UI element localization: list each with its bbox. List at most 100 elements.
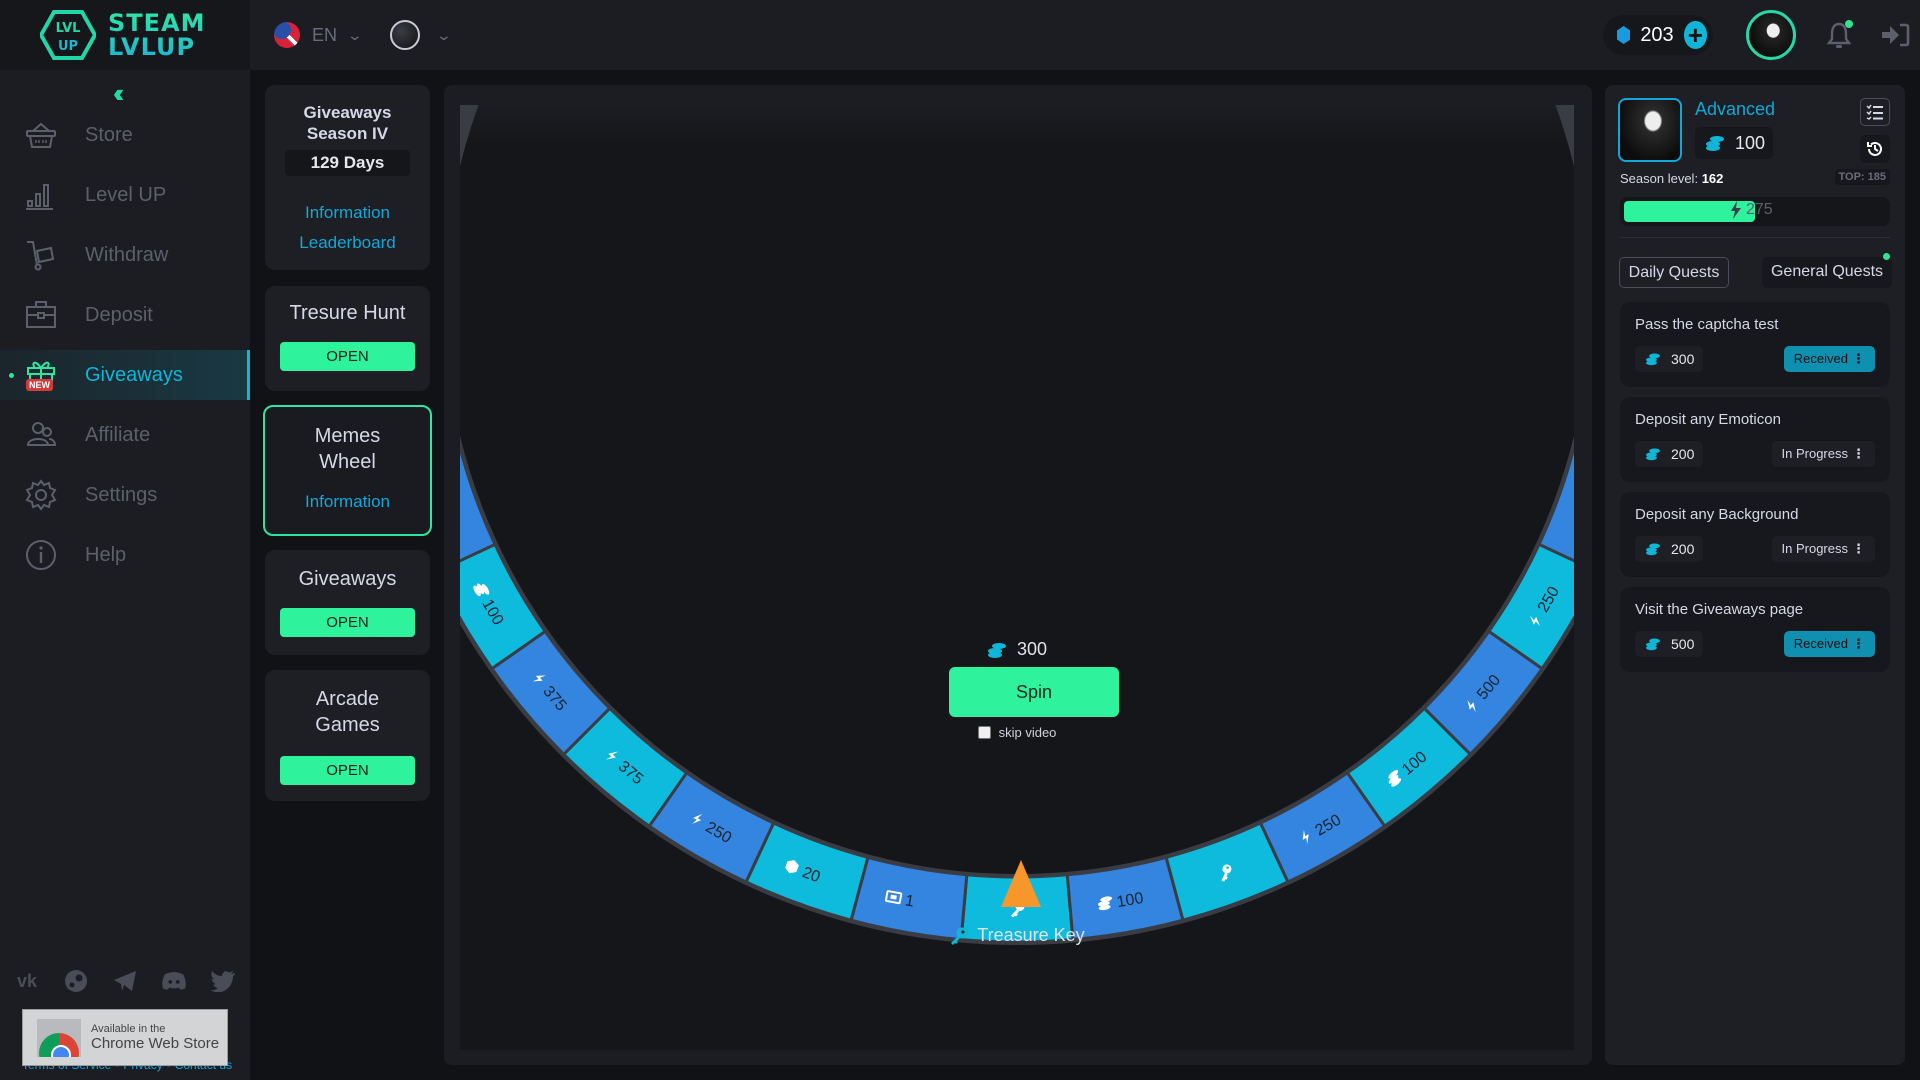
season-days-remaining: 129 Days (285, 150, 410, 176)
logout-button[interactable] (1880, 22, 1910, 48)
gem-icon (1617, 26, 1631, 44)
sidebar-item-help[interactable]: Help (0, 530, 250, 580)
logo-line-1: STEAM (108, 9, 206, 37)
quest-title: Deposit any Background (1635, 506, 1799, 523)
chrome-store-text: Available in the Chrome Web Store (91, 1023, 219, 1052)
tab-general-quests[interactable]: General Quests (1762, 253, 1892, 288)
game-card-arcade-games: Arcade Games OPEN (265, 670, 430, 801)
more-options-icon: ⋮ (1852, 351, 1865, 366)
quest-status-button[interactable]: In Progress ⋮ (1771, 441, 1875, 467)
open-giveaways-button[interactable]: OPEN (280, 608, 415, 637)
briefcase-icon (25, 299, 57, 331)
game-card-memes-wheel[interactable]: Memes Wheel Information (263, 405, 432, 536)
season-level-label: Season level: (1620, 171, 1699, 186)
logo-text: STEAM LVLUP (108, 11, 206, 59)
basket-icon (25, 119, 57, 151)
sidebar-item-label: Help (85, 543, 127, 566)
profile-coins-value: 100 (1735, 132, 1766, 153)
collapse-sidebar-button[interactable]: ‹‹ (113, 78, 125, 109)
open-arcade-games-button[interactable]: OPEN (280, 756, 415, 785)
quest-status-button[interactable]: Received ⋮ (1783, 346, 1875, 372)
skip-video-option[interactable]: skip video (460, 725, 1574, 740)
info-icon (25, 539, 57, 571)
gift-icon: NEW (25, 359, 57, 391)
season-information-link[interactable]: Information (265, 198, 430, 228)
quest-reward: 300 (1635, 346, 1703, 372)
balance-value: 203 (1640, 23, 1674, 46)
social-links: vk (14, 970, 236, 992)
quest-item: Visit the Giveaways page 500 Received ⋮ (1620, 587, 1890, 672)
wheel-pointer (1001, 860, 1041, 907)
vk-icon[interactable]: vk (14, 970, 40, 992)
sidebar-item-affiliate[interactable]: Affiliate (0, 410, 250, 460)
theme-selector[interactable]: ⌄ (390, 20, 452, 50)
coins-icon (1646, 448, 1660, 461)
history-button[interactable] (1860, 135, 1890, 163)
coins-icon (1706, 136, 1724, 151)
divider (1620, 237, 1890, 238)
open-tresure-hunt-button[interactable]: OPEN (280, 342, 415, 371)
tab-label: General Quests (1770, 263, 1884, 280)
leaderboard-link[interactable]: Leaderboard (265, 228, 430, 258)
quest-title: Deposit any Emoticon (1635, 411, 1781, 428)
checklist-icon (1866, 104, 1883, 120)
profile-avatar (1618, 98, 1682, 162)
wheel-area: 250 500 100 250 100 1 20 250 375 375 100 300 Spin … (460, 105, 1574, 1050)
sidebar-item-label: Giveaways (85, 363, 183, 386)
memes-wheel: 250500100250100120250375375100 (460, 105, 1574, 945)
svg-text:UP: UP (58, 39, 78, 54)
memes-wheel-information-link[interactable]: Information (265, 487, 430, 517)
bar-chart-icon (25, 179, 57, 211)
quest-item: Pass the captcha test 300 Received ⋮ (1620, 302, 1890, 387)
user-avatar[interactable] (1746, 10, 1796, 60)
notifications-button[interactable] (1824, 20, 1854, 50)
steam-icon[interactable] (63, 970, 89, 992)
quest-reward-value: 500 (1671, 636, 1695, 652)
logo[interactable]: LVL UP STEAM LVLUP (0, 0, 250, 70)
language-label: EN (312, 24, 338, 45)
season-title: Giveaways Season IV (303, 103, 392, 143)
quest-status-label: Received (1793, 636, 1848, 651)
key-icon (951, 927, 968, 945)
spin-cost-value: 300 (1016, 639, 1048, 659)
sidebar-item-withdraw[interactable]: Withdraw (0, 230, 250, 280)
profile-coins: 100 (1695, 127, 1773, 159)
sidebar-item-label: Deposit (85, 303, 153, 326)
top-bar: LVL UP STEAM LVLUP EN ⌄ ⌄ 203 + (0, 0, 1920, 70)
twitter-icon[interactable] (210, 970, 236, 992)
spin-button[interactable]: Spin (949, 667, 1119, 717)
season-level: Season level: 162 (1620, 171, 1723, 186)
skip-video-checkbox[interactable] (977, 726, 991, 739)
more-options-icon: ⋮ (1852, 636, 1865, 651)
game-card-title: Arcade Games (315, 688, 380, 736)
logo-line-2: LVLUP (108, 33, 196, 61)
sidebar-item-store[interactable]: Store (0, 110, 250, 160)
history-icon (1867, 141, 1882, 156)
tab-daily-quests[interactable]: Daily Quests (1619, 257, 1729, 288)
sidebar-item-deposit[interactable]: Deposit (0, 290, 250, 340)
wheel-panel: 250 500 100 250 100 1 20 250 375 375 100 300 Spin … (444, 85, 1592, 1065)
bolt-icon (1731, 201, 1741, 219)
logo-hex-icon: LVL UP (40, 10, 96, 60)
chrome-web-store-badge[interactable]: Available in the Chrome Web Store (22, 1009, 228, 1066)
quest-reward-value: 200 (1671, 446, 1695, 462)
sidebar-item-giveaways[interactable]: NEW Giveaways (0, 350, 250, 400)
quest-status-label: Received (1793, 351, 1848, 366)
profile-rank: Advanced (1695, 99, 1776, 119)
sidebar-item-level-up[interactable]: Level UP (0, 170, 250, 220)
add-funds-button[interactable]: + (1683, 21, 1707, 49)
telegram-icon[interactable] (112, 970, 138, 992)
quest-status-button[interactable]: Received ⋮ (1783, 631, 1875, 657)
discord-icon[interactable] (161, 970, 187, 992)
quest-reward: 500 (1635, 631, 1703, 657)
coins-icon (987, 642, 1006, 658)
coins-icon (1646, 638, 1660, 651)
chrome-store-line-2: Chrome Web Store (91, 1035, 220, 1052)
language-selector[interactable]: EN ⌄ (274, 22, 363, 48)
quest-status-button[interactable]: In Progress ⋮ (1771, 536, 1875, 562)
quest-list-button[interactable] (1860, 98, 1890, 126)
xp-progress-bar: 275 (1620, 197, 1890, 226)
wheel-result-label: Treasure Key (977, 925, 1085, 945)
sidebar-item-settings[interactable]: Settings (0, 470, 250, 520)
season-level-value: 162 (1701, 171, 1724, 186)
